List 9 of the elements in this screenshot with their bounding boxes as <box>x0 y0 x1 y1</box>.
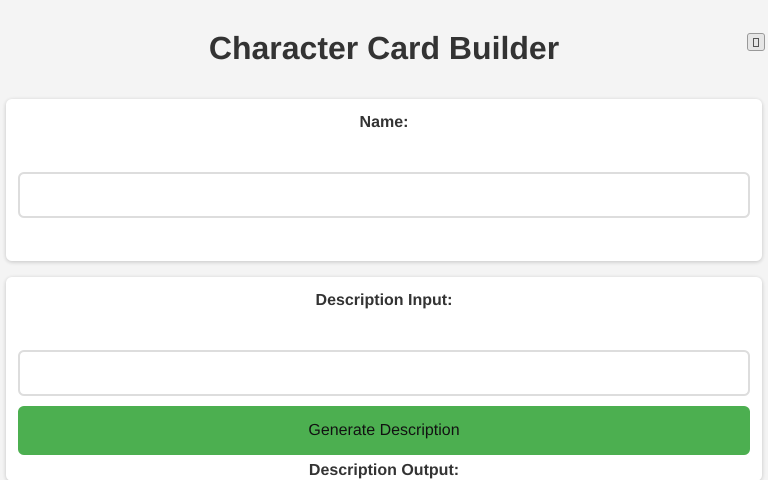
name-label: Name: <box>358 113 410 133</box>
description-input-label: Description Input: <box>314 291 454 311</box>
page-title: Character Card Builder <box>208 30 560 67</box>
generate-description-button[interactable]: Generate Description <box>18 406 750 455</box>
description-input-field[interactable] <box>18 350 750 396</box>
box-icon <box>753 38 759 46</box>
name-input-field[interactable] <box>18 172 750 218</box>
description-output-label: Description Output: <box>308 461 460 480</box>
corner-button[interactable] <box>747 33 765 51</box>
